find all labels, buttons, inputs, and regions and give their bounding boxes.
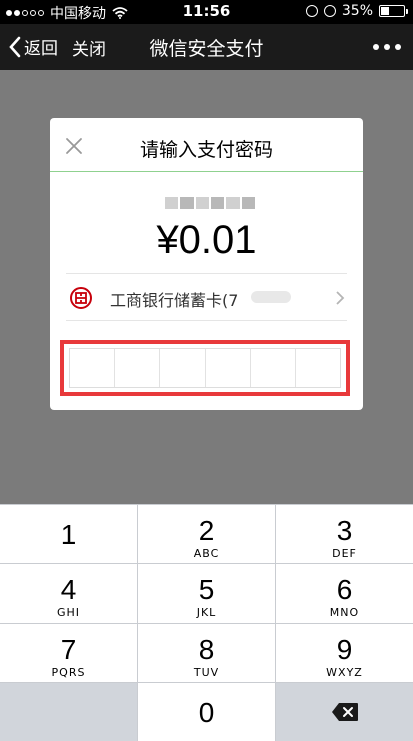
key-letters: GHI	[56, 606, 81, 620]
delete-button[interactable]	[276, 682, 413, 741]
key-number: 1	[60, 519, 77, 550]
title-divider	[50, 171, 363, 172]
pin-digit-1	[70, 349, 116, 387]
key-letters: MNO	[329, 606, 360, 620]
key-letters: WXYZ	[326, 665, 363, 679]
pin-digit-6	[296, 349, 340, 387]
numeric-keypad: 1 2 ABC 3 DEF 4 GHI 5 JKL 6 MNO 7 PQRS 8…	[0, 504, 413, 741]
key-letters: DEF	[332, 547, 357, 560]
status-right: 35%	[305, 3, 408, 19]
key-7[interactable]: 7 PQRS	[0, 623, 137, 682]
pin-digit-2	[115, 349, 161, 387]
dialog-title: 请输入支付密码	[139, 139, 273, 161]
key-number: 3	[336, 515, 353, 546]
key-letters: PQRS	[51, 665, 86, 679]
battery-icon	[379, 5, 408, 17]
key-9[interactable]: 9 WXYZ	[276, 623, 413, 682]
key-1[interactable]: 1	[0, 505, 137, 564]
payment-card-selector[interactable]: 工商银行储蓄卡(7	[66, 273, 347, 321]
back-button[interactable]: 返回	[8, 34, 58, 59]
key-2[interactable]: 2 ABC	[138, 505, 275, 564]
payment-amount: ¥0.01	[156, 218, 257, 262]
card-name: 工商银行储蓄卡(7	[110, 291, 239, 310]
status-bar: 中国移动 11:56 35%	[0, 0, 413, 24]
key-number: 4	[60, 574, 77, 606]
pin-digit-4	[206, 349, 251, 387]
key-letters: ABC	[193, 547, 220, 560]
key-number: 7	[60, 633, 77, 665]
chevron-left-icon	[9, 36, 21, 57]
pin-input-highlight	[60, 340, 350, 396]
key-letters: TUV	[193, 665, 220, 679]
alarm-icon	[323, 5, 336, 17]
key-3[interactable]: 3 DEF	[276, 505, 413, 564]
key-number: 2	[198, 515, 215, 546]
battery-percent: 35%	[341, 3, 373, 19]
chevron-right-icon	[336, 291, 345, 305]
key-8[interactable]: 8 TUV	[138, 623, 275, 682]
back-label: 返回	[24, 39, 58, 59]
key-number: 0	[198, 696, 215, 728]
key-number: 5	[198, 574, 215, 606]
nav-bar: 返回 关闭 微信安全支付	[0, 24, 413, 70]
pin-digit-5	[251, 349, 296, 387]
key-4[interactable]: 4 GHI	[0, 564, 137, 623]
key-6[interactable]: 6 MNO	[276, 564, 413, 623]
merchant-name-redacted	[165, 197, 255, 209]
backspace-icon	[331, 702, 358, 721]
rotation-lock-icon	[305, 5, 318, 17]
key-0[interactable]: 0	[138, 682, 275, 741]
key-number: 6	[336, 574, 353, 606]
key-blank	[0, 682, 137, 741]
close-button[interactable]: 关闭	[72, 35, 106, 60]
payment-dialog: 请输入支付密码 ¥0.01 工商银行储蓄卡(7	[50, 118, 363, 410]
pin-input[interactable]	[69, 348, 341, 388]
page-title: 微信安全支付	[149, 38, 264, 60]
key-number: 8	[198, 633, 215, 665]
icbc-logo-icon	[70, 287, 92, 309]
pin-digit-3	[160, 349, 206, 387]
key-letters: JKL	[196, 606, 217, 620]
key-number: 9	[336, 633, 353, 665]
key-5[interactable]: 5 JKL	[138, 564, 275, 623]
more-icon[interactable]	[373, 44, 401, 50]
card-number-redacted	[251, 291, 291, 303]
